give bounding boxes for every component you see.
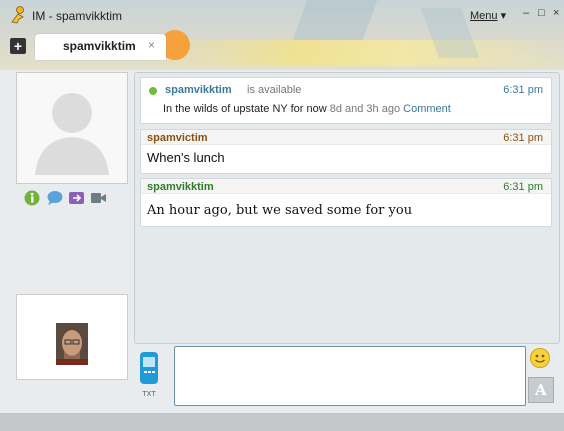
comment-link[interactable]: Comment [403,103,451,115]
message-text: An hour ago, but we saved some for you [147,203,413,218]
message-header: spamvictim 6:31 pm [141,130,551,145]
message-header: spamvikktim 6:31 pm [141,179,551,194]
compose-area: TXT A [134,346,558,406]
sms-button[interactable]: TXT [138,348,160,404]
tab-spamvikktim[interactable]: spamvikktim × [35,34,166,60]
header-decoration [150,40,564,66]
font-icon: A [535,381,547,399]
status-buddy-name: spamvikktim [165,84,232,96]
info-icon[interactable] [24,190,41,206]
emoticon-button[interactable] [530,348,550,368]
status-message-row: In the wilds of upstate NY for now 8d an… [163,103,451,115]
status-state: is available [247,84,302,96]
add-tab-button[interactable]: + [10,38,26,54]
tab-label: spamvikktim [63,39,136,53]
message-sender: spamvictim [147,132,208,144]
status-card: spamvikktim is available 6:31 pm In the … [140,77,552,124]
mobile-phone-icon: TXT [140,352,158,398]
font-style-button[interactable]: A [528,377,554,403]
menu-button[interactable]: Menu ▾ [470,9,506,22]
header-decoration [292,0,378,40]
minimize-button[interactable]: – [523,7,529,19]
window-title: IM - spamvikktim [32,9,122,23]
buddy-photo [56,323,88,365]
message: spamvikktim 6:31 pm An hour ago, but we … [140,178,552,227]
files-icon[interactable] [68,190,85,206]
close-window-button[interactable]: × [553,7,559,19]
message-timestamp: 6:31 pm [503,181,543,193]
status-bar [0,413,564,431]
chat-icon[interactable] [46,190,63,206]
contact-actions [24,190,107,210]
message: spamvictim 6:31 pm When's lunch [140,129,552,174]
menu-label: Menu [470,10,498,22]
message-sender: spamvikktim [147,181,214,193]
message-input[interactable] [174,346,526,406]
status-message: In the wilds of upstate NY for now [163,103,327,115]
chevron-down-icon: ▾ [500,10,507,22]
status-timestamp: 6:31 pm [503,84,543,96]
message-text: When's lunch [147,150,225,165]
avatar [16,72,128,184]
conversation-area: spamvikktim is available 6:31 pm In the … [134,72,560,344]
default-avatar-icon [35,93,109,175]
sms-label: TXT [141,390,156,398]
im-window: IM - spamvikktim Menu ▾ – □ × + spamvikk… [0,0,564,431]
tab-close-button[interactable]: × [148,38,155,52]
video-icon[interactable] [90,190,107,206]
buddy-picture [16,294,128,380]
window-header: IM - spamvikktim Menu ▾ – □ × + spamvikk… [0,0,564,70]
status-available-icon [149,87,157,95]
smiley-icon [535,354,545,363]
restore-button[interactable]: □ [538,7,545,19]
app-logo-icon [8,5,28,25]
message-timestamp: 6:31 pm [503,132,543,144]
status-age: 8d and 3h ago [329,103,401,115]
